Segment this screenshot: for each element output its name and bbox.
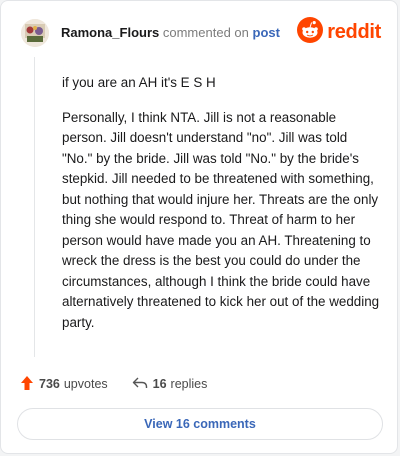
thread-line xyxy=(34,57,35,357)
comment-byline: Ramona_Flours commented on post xyxy=(61,25,280,40)
replies-label: replies xyxy=(170,377,208,391)
comment-paragraph: Personally, I think NTA. Jill is not a r… xyxy=(62,109,380,330)
comment-footer: 736 upvotes 16 replies xyxy=(20,373,207,395)
upvotes-count: 736 xyxy=(39,377,60,391)
comment-card: Ramona_Flours commented on post reddit i… xyxy=(0,0,398,454)
replies-count: 16 xyxy=(152,377,167,391)
upvote-arrow-icon xyxy=(20,375,34,394)
username-link[interactable]: Ramona_Flours xyxy=(61,25,159,40)
post-link[interactable]: post xyxy=(253,25,280,40)
reddit-wordmark: reddit xyxy=(327,20,381,43)
reply-arrow-icon xyxy=(132,376,148,393)
view-comments-button[interactable]: View 16 comments xyxy=(17,408,383,440)
reddit-snoo-icon xyxy=(297,16,324,48)
user-avatar[interactable] xyxy=(21,19,49,47)
upvotes-label: upvotes xyxy=(63,377,108,391)
comment-body: if you are an AH it's E S H Personally, … xyxy=(62,73,380,347)
commented-on-text: commented on xyxy=(162,25,249,40)
reddit-brand[interactable]: reddit xyxy=(297,16,381,48)
comment-paragraph: if you are an AH it's E S H xyxy=(62,75,216,90)
comment-header: Ramona_Flours commented on post reddit xyxy=(21,16,381,49)
replies-button[interactable]: 16 replies xyxy=(132,376,208,393)
upvote-button[interactable]: 736 upvotes xyxy=(20,375,108,394)
